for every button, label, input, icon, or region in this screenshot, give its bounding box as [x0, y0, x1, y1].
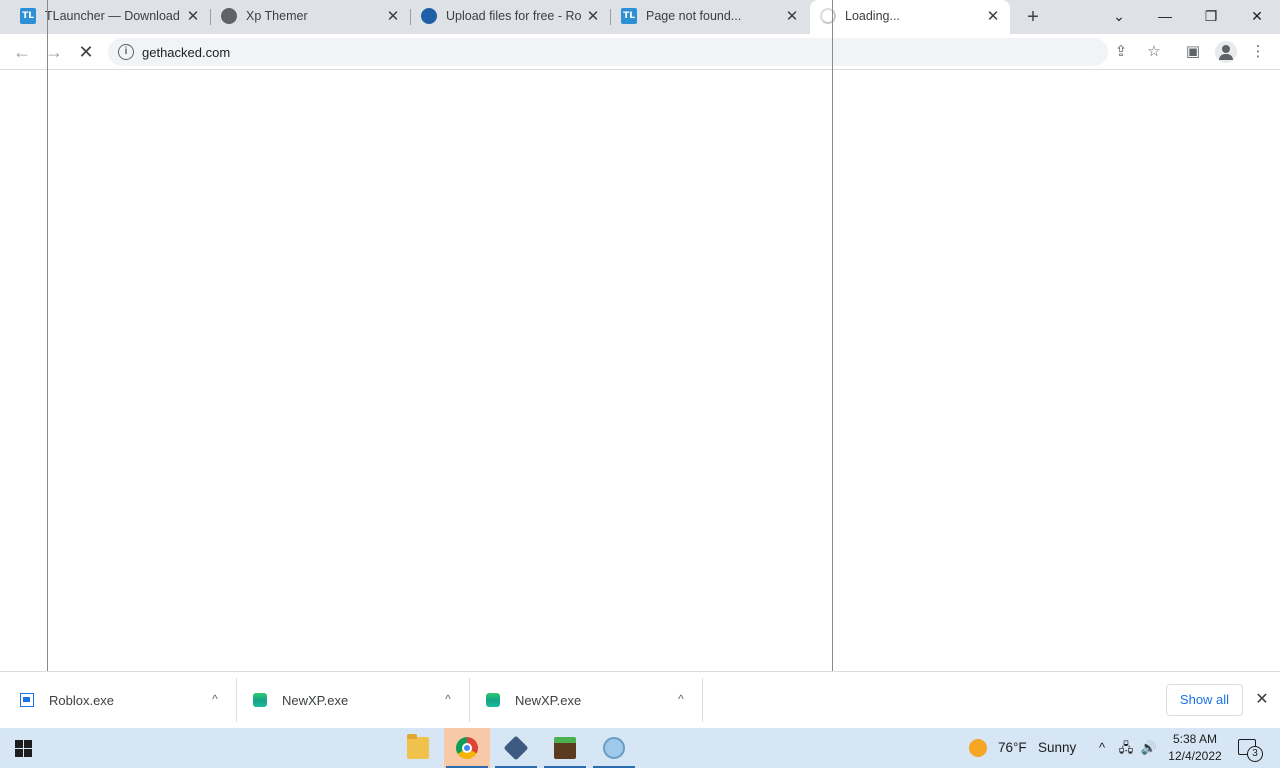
restore-button[interactable]: ❐ — [1188, 0, 1234, 32]
tab-xp-themer[interactable]: Xp Themer ✕ — [211, 0, 410, 34]
back-button[interactable]: ← — [10, 40, 34, 64]
taskbar-virtualbox[interactable] — [493, 728, 539, 768]
tab-tlauncher[interactable]: TL TLauncher — Download Minecraft ✕ — [10, 0, 210, 34]
tab-close-icon[interactable]: ✕ — [584, 8, 602, 26]
tab-title: Xp Themer — [246, 9, 308, 23]
new-tab-button[interactable]: + — [1022, 6, 1044, 28]
close-download-shelf-icon[interactable]: ✕ — [1252, 690, 1272, 710]
taskbar-tool[interactable] — [591, 728, 637, 768]
download-filename: NewXP.exe — [515, 693, 582, 708]
side-panel-icon[interactable]: ▣ — [1183, 42, 1203, 62]
taskbar-chrome[interactable] — [444, 728, 490, 768]
system-clock[interactable]: 5:38 AM 12/4/2022 — [1164, 731, 1226, 765]
tab-search-chevron-icon[interactable]: ⌄ — [1096, 0, 1142, 32]
clock-time: 5:38 AM — [1172, 732, 1218, 746]
tab-title: TLauncher — Download Minecraft — [45, 9, 182, 23]
taskbar-minecraft[interactable] — [542, 728, 588, 768]
newxp-icon — [253, 693, 267, 707]
address-bar[interactable]: i gethacked.com ⇪ ☆ — [108, 38, 1161, 66]
tab-loading-active[interactable]: Loading... ✕ — [810, 0, 1010, 34]
tlauncher-icon: TL — [20, 8, 36, 24]
kebab-menu-icon[interactable]: ⋮ — [1248, 42, 1268, 62]
download-item[interactable]: Roblox.exe ^ — [20, 680, 236, 720]
download-options-chevron-icon[interactable]: ^ — [672, 690, 690, 708]
weather-sun-icon[interactable] — [969, 739, 987, 757]
download-filename: NewXP.exe — [282, 693, 349, 708]
tray-chevron-icon[interactable]: ^ — [1093, 739, 1111, 757]
volume-icon[interactable]: 🔊 — [1140, 739, 1158, 757]
network-icon[interactable]: 🖧 — [1117, 739, 1135, 757]
tlauncher-icon: TL — [621, 8, 637, 24]
download-filename: Roblox.exe — [49, 693, 115, 708]
bookmark-star-icon[interactable]: ☆ — [1144, 42, 1164, 62]
virtualbox-icon — [503, 735, 529, 761]
newxp-icon — [486, 693, 500, 707]
tab-title: Loading... — [845, 9, 900, 23]
minimize-button[interactable]: — — [1142, 0, 1188, 32]
tab-title: Page not found... — [646, 9, 742, 23]
share-icon[interactable]: ⇪ — [1111, 42, 1131, 62]
tool-icon — [603, 737, 625, 759]
taskbar-file-explorer[interactable] — [395, 728, 441, 768]
site-info-icon[interactable]: i — [118, 44, 134, 60]
minecraft-icon — [554, 737, 576, 759]
clock-date: 12/4/2022 — [1168, 749, 1222, 763]
notification-count-badge: 3 — [1247, 746, 1263, 762]
browser-toolbar: ← → ✕ i gethacked.com ⇪ ☆ ▣ ⋮ — [0, 34, 1280, 70]
tab-close-icon[interactable]: ✕ — [184, 8, 202, 26]
download-item[interactable]: NewXP.exe ^ — [486, 680, 702, 720]
file-explorer-icon — [407, 734, 429, 759]
chrome-icon — [456, 737, 478, 759]
profile-avatar-icon[interactable] — [1215, 41, 1237, 63]
loading-spinner-icon — [820, 8, 836, 24]
download-separator — [236, 678, 237, 722]
url-text: gethacked.com — [142, 45, 231, 60]
download-item[interactable]: NewXP.exe ^ — [253, 680, 469, 720]
page-content-area — [0, 71, 1280, 671]
windows-start-icon[interactable] — [15, 740, 32, 757]
weather-condition: Sunny — [1037, 740, 1077, 755]
tab-close-icon[interactable]: ✕ — [384, 8, 402, 26]
overlay-line-right — [832, 0, 833, 728]
download-options-chevron-icon[interactable]: ^ — [439, 690, 457, 708]
show-all-downloads-button[interactable]: Show all — [1166, 684, 1243, 716]
forward-button[interactable]: → — [42, 40, 66, 64]
windows-taskbar: 76°F Sunny ^ 🖧 🔊 5:38 AM 12/4/2022 3 — [0, 728, 1280, 768]
stop-loading-button[interactable]: ✕ — [74, 40, 98, 64]
tab-close-icon[interactable]: ✕ — [783, 8, 801, 26]
weather-temp: 76°F — [998, 740, 1027, 755]
download-shelf: Roblox.exe ^ NewXP.exe ^ NewXP.exe ^ Sho… — [0, 671, 1280, 728]
roblox-installer-icon — [20, 693, 34, 707]
download-options-chevron-icon[interactable]: ^ — [206, 690, 224, 708]
tab-title: Upload files for free - Roblox — [446, 9, 582, 23]
tab-upload-files[interactable]: Upload files for free - Roblox ✕ — [411, 0, 610, 34]
tab-page-not-found[interactable]: TL Page not found... ✕ — [611, 0, 809, 34]
tab-close-icon[interactable]: ✕ — [984, 8, 1002, 26]
globe-icon — [221, 8, 237, 24]
tab-strip: TL TLauncher — Download Minecraft ✕ Xp T… — [0, 0, 1280, 34]
weather-widget[interactable]: 76°F Sunny — [998, 740, 1076, 755]
download-separator — [702, 678, 703, 722]
window-close-button[interactable]: ✕ — [1234, 0, 1280, 32]
cloud-icon — [421, 8, 437, 24]
download-separator — [469, 678, 470, 722]
overlay-line-left — [47, 0, 48, 728]
